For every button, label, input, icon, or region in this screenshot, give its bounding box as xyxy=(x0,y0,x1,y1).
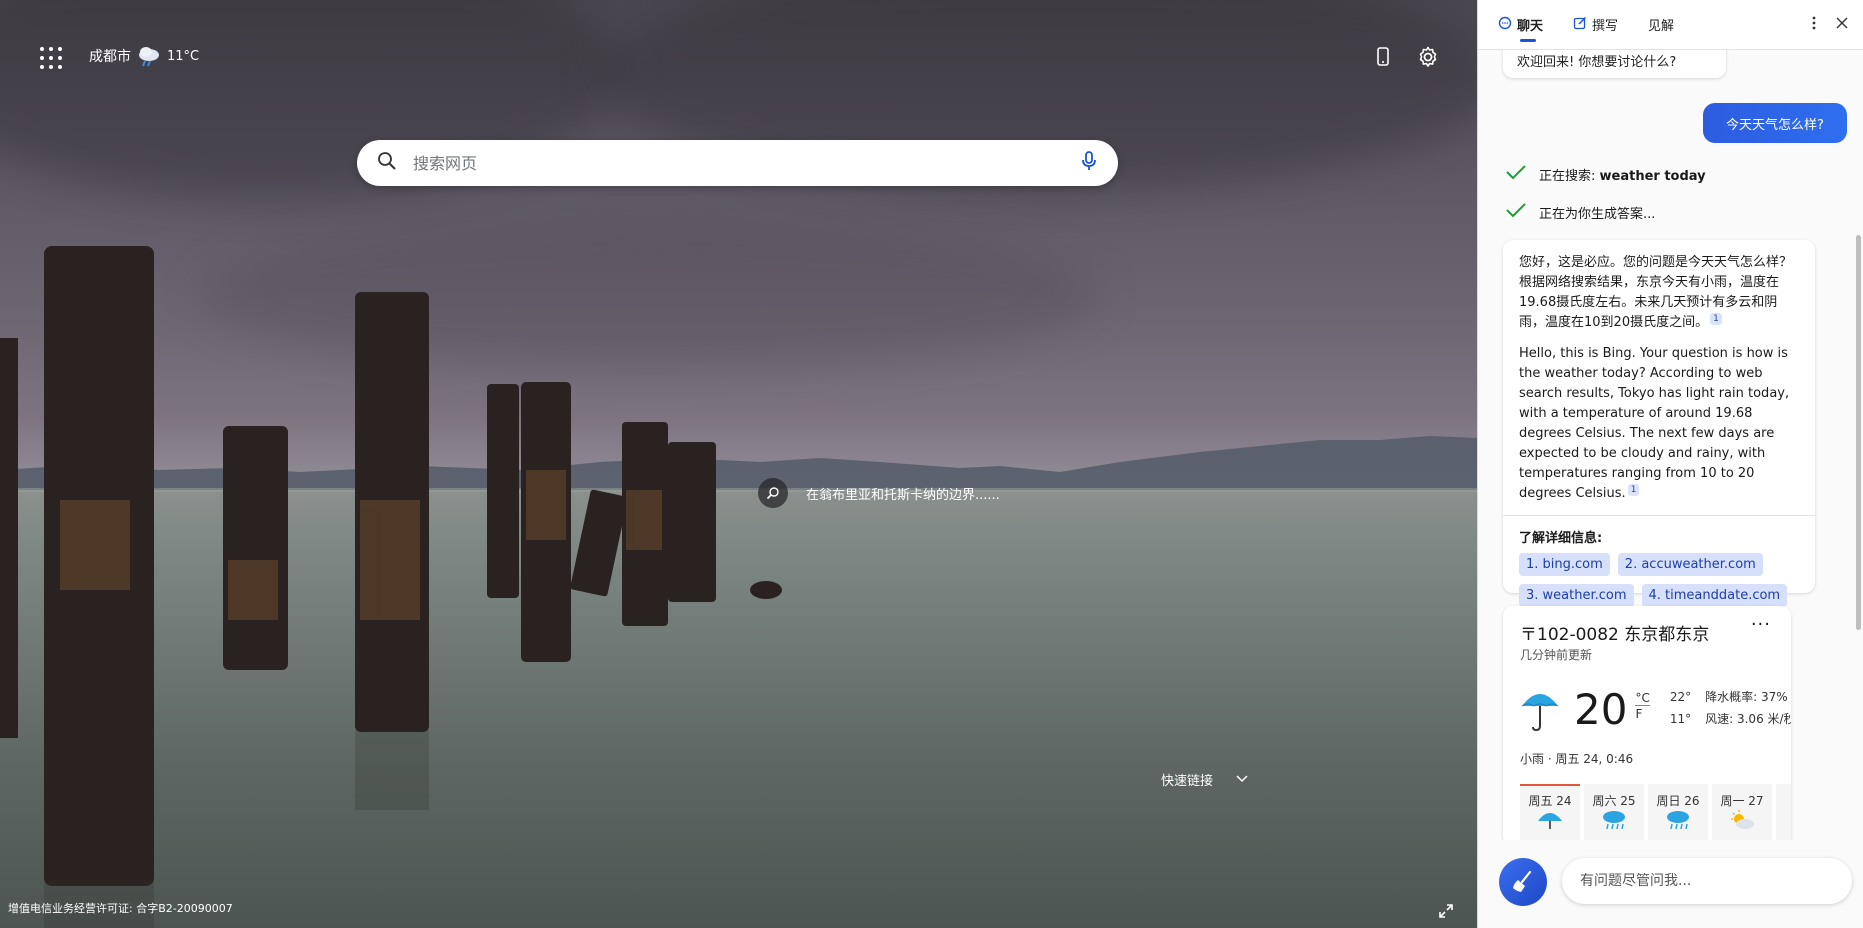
checkmark-icon xyxy=(1505,164,1527,184)
tab-insights[interactable]: 见解 xyxy=(1648,0,1674,50)
generating-step: 正在为你生成答案... xyxy=(1505,202,1655,222)
bot-answer-card: 您好，这是必应。您的问题是今天天气怎么样？根据网络搜索结果，东京今天有小雨，温度… xyxy=(1503,240,1815,607)
day-label: 周一 27 xyxy=(1720,794,1764,808)
search-input[interactable] xyxy=(413,153,1080,173)
umbrella-icon xyxy=(1520,686,1560,736)
partly-sunny-icon xyxy=(1731,810,1754,829)
chat-input-box[interactable] xyxy=(1562,858,1852,904)
unit-celsius[interactable]: °C xyxy=(1635,691,1650,706)
chat-input[interactable] xyxy=(1580,873,1834,889)
source-link[interactable]: 3. weather.com xyxy=(1519,584,1634,607)
forecast-day[interactable]: 周一 27 xyxy=(1712,784,1772,840)
image-caption[interactable]: 在翁布里亚和托斯卡纳的边界...... xyxy=(806,484,1000,503)
user-message: 今天天气怎么样? xyxy=(1703,103,1847,143)
rain-cloud-icon xyxy=(1667,811,1689,830)
forecast-day[interactable]: 周二 xyxy=(1776,784,1791,840)
learn-more-heading: 了解详细信息: xyxy=(1519,531,1603,546)
checkmark-icon xyxy=(1505,202,1527,222)
rain-cloud-icon xyxy=(137,45,161,67)
citation-badge[interactable]: 1 xyxy=(1627,484,1640,496)
forecast-day[interactable]: 周六 25 xyxy=(1584,784,1644,840)
chat-side-panel: 聊天 撰写 见解 欢迎回来! 你想要讨论什么? 今天天气怎么样? 正在搜索: w… xyxy=(1477,0,1863,928)
step-text: 正在为你生成答案... xyxy=(1539,206,1656,222)
source-link[interactable]: 4. timeanddate.com xyxy=(1641,584,1788,607)
search-step: 正在搜索: weather today xyxy=(1505,164,1706,184)
tab-label: 聊天 xyxy=(1517,19,1544,34)
forecast-days: 周五 24 周六 25 周日 26 周一 27 周二 xyxy=(1520,784,1791,840)
mobile-phone-icon[interactable] xyxy=(1371,45,1395,69)
unit-fahrenheit[interactable]: F xyxy=(1635,707,1642,721)
chat-input-row xyxy=(1478,848,1863,918)
day-label: 周日 26 xyxy=(1656,794,1700,808)
image-search-icon[interactable] xyxy=(758,478,788,508)
quick-links-toggle[interactable]: 快速链接 xyxy=(1161,770,1249,789)
source-links: 1. bing.com 2. accuweather.com 3. weathe… xyxy=(1519,553,1801,607)
broom-icon xyxy=(1513,870,1532,892)
temperature-label: 11°C xyxy=(167,48,200,64)
new-topic-broom-button[interactable] xyxy=(1499,858,1547,906)
answer-english: Hello, this is Bing. Your question is ho… xyxy=(1519,346,1790,501)
chat-conversation[interactable]: 欢迎回来! 你想要讨论什么? 今天天气怎么样? 正在搜索: weather to… xyxy=(1478,50,1850,840)
day-label: 周六 25 xyxy=(1592,794,1636,808)
close-icon[interactable] xyxy=(1835,15,1849,34)
wind-speed: 风速: 3.06 米/秒 xyxy=(1705,712,1791,726)
chevron-down-icon xyxy=(1235,772,1249,787)
tab-compose[interactable]: 撰写 xyxy=(1573,0,1618,50)
chat-scrollbar-thumb[interactable] xyxy=(1856,235,1861,630)
settings-gear-icon[interactable] xyxy=(1416,45,1440,69)
umbrella-icon xyxy=(1538,813,1562,829)
tab-chat[interactable]: 聊天 xyxy=(1498,0,1543,50)
weather-location[interactable]: 成都市 11°C xyxy=(89,45,199,67)
forecast-day[interactable]: 周五 24 xyxy=(1520,784,1580,840)
compose-icon xyxy=(1573,16,1587,34)
more-options-icon[interactable]: ··· xyxy=(1751,614,1771,635)
welcome-message: 欢迎回来! 你想要讨论什么? xyxy=(1503,50,1726,78)
source-link[interactable]: 2. accuweather.com xyxy=(1617,553,1763,576)
current-temperature: 20 xyxy=(1574,685,1628,734)
web-search-box[interactable] xyxy=(357,140,1118,186)
apps-grid-icon[interactable] xyxy=(40,47,62,69)
license-text[interactable]: 增值电信业务经营许可证: 合字B2-20090007 xyxy=(8,900,233,916)
fullscreen-expand-icon[interactable] xyxy=(1438,903,1454,919)
chat-icon xyxy=(1498,16,1512,34)
source-link[interactable]: 1. bing.com xyxy=(1519,553,1610,576)
forecast-day[interactable]: 周日 26 xyxy=(1648,784,1708,840)
location-label: 成都市 xyxy=(89,49,131,65)
step-text: 正在搜索: xyxy=(1539,168,1600,184)
quick-links-label: 快速链接 xyxy=(1161,774,1214,789)
low-temp: 11° xyxy=(1669,712,1692,726)
day-label: 周五 24 xyxy=(1528,794,1572,808)
weather-condition: 小雨 · 周五 24, 0:46 xyxy=(1520,752,1634,766)
microphone-icon[interactable] xyxy=(1080,150,1098,176)
precip-chance: 降水概率: 37% xyxy=(1705,690,1788,704)
weather-card[interactable]: 〒102-0082 东京都东京 几分钟前更新 ··· 20 °C F 22° 11°… xyxy=(1503,606,1791,840)
high-temp: 22° xyxy=(1669,690,1692,704)
search-icon xyxy=(377,151,397,175)
weather-updated: 几分钟前更新 xyxy=(1520,648,1593,662)
tab-label: 撰写 xyxy=(1592,19,1619,34)
more-options-icon[interactable] xyxy=(1811,15,1817,35)
rain-cloud-icon xyxy=(1603,811,1625,830)
citation-badge[interactable]: 1 xyxy=(1710,313,1722,325)
tab-label: 见解 xyxy=(1648,19,1675,34)
divider xyxy=(1503,515,1815,516)
step-query: weather today xyxy=(1599,168,1706,184)
answer-chinese: 您好，这是必应。您的问题是今天天气怎么样？根据网络搜索结果，东京今天有小雨，温度… xyxy=(1519,255,1793,330)
panel-header: 聊天 撰写 见解 xyxy=(1478,0,1863,50)
image-info[interactable]: 在翁布里亚和托斯卡纳的边界...... xyxy=(758,478,1000,508)
